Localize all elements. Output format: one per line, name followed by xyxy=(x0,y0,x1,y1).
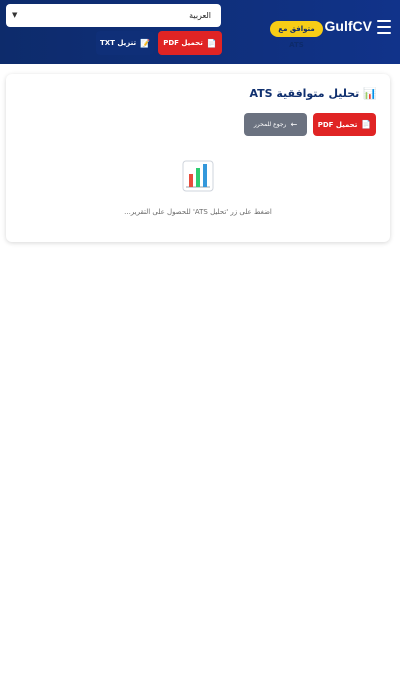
download-txt-button[interactable]: 📝 تنزيل TXT xyxy=(96,31,154,55)
bar-chart-icon: 📊 xyxy=(363,87,377,100)
download-txt-label: تنزيل TXT xyxy=(99,39,137,47)
document-icon: 📄 xyxy=(206,38,217,48)
arrow-icon: ← xyxy=(290,120,298,129)
back-to-editor-label: رجوع للمحرر xyxy=(253,121,287,128)
hamburger-menu-icon[interactable] xyxy=(377,20,391,34)
empty-state-hint: اضغط على زر 'تحليل ATS' للحصول على التقر… xyxy=(124,208,272,216)
app-header: GulfCV متوافق مع ATS العربية ▼ 📄 تحميل P… xyxy=(0,0,400,64)
card-title: 📊 تحليل متوافقية ATS xyxy=(249,87,377,100)
card-pdf-label: تحميل PDF xyxy=(317,120,358,129)
language-select-value: العربية xyxy=(189,11,211,20)
empty-state-chart-icon xyxy=(182,160,214,192)
download-pdf-label: تحميل PDF xyxy=(163,39,203,47)
back-to-editor-button[interactable]: ← رجوع للمحرر xyxy=(244,113,307,136)
app-logo[interactable]: GulfCV xyxy=(325,18,372,34)
notepad-icon: 📝 xyxy=(140,38,151,48)
document-icon: 📄 xyxy=(361,120,372,129)
card-download-pdf-button[interactable]: 📄 تحميل PDF xyxy=(313,113,376,136)
card-title-text: تحليل متوافقية ATS xyxy=(249,87,360,100)
download-pdf-button[interactable]: 📄 تحميل PDF xyxy=(158,31,222,55)
chevron-down-icon: ▼ xyxy=(12,11,18,19)
ats-analysis-card: 📊 تحليل متوافقية ATS 📄 تحميل PDF ← رجوع … xyxy=(6,74,390,242)
ats-badge: متوافق مع ATS xyxy=(270,21,323,49)
language-select[interactable]: العربية ▼ xyxy=(6,4,221,27)
